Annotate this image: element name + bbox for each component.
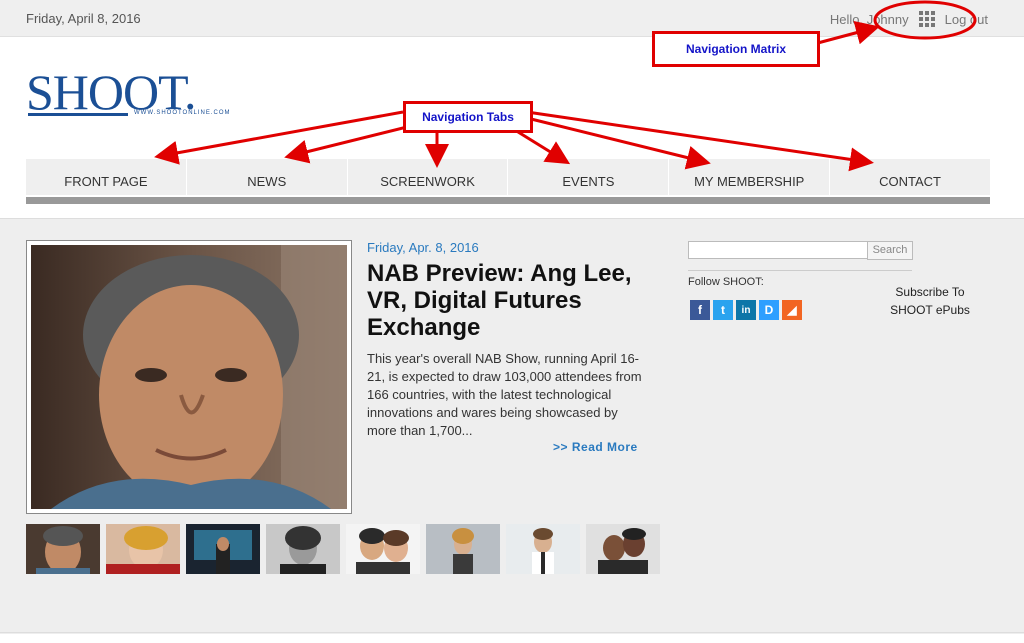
annotation-arrows <box>154 0 977 172</box>
matrix-highlight-ellipse <box>873 0 977 40</box>
annotation-navigation-tabs: Navigation Tabs <box>403 101 533 133</box>
annotation-navigation-matrix: Navigation Matrix <box>652 31 820 67</box>
